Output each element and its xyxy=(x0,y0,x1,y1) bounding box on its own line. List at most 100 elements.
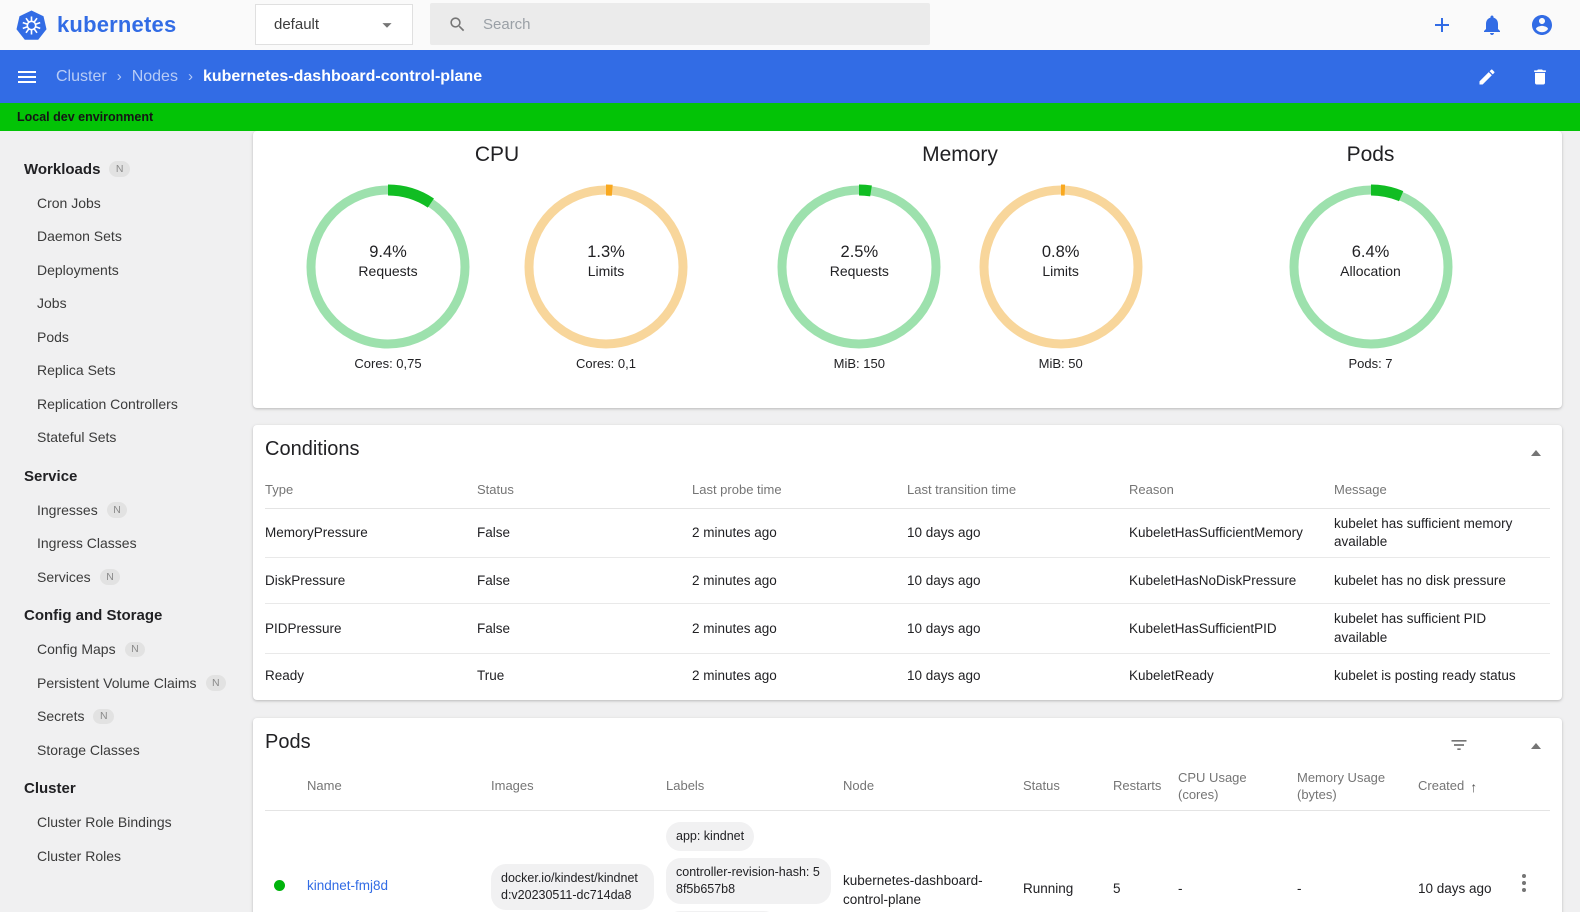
sidebar-item-jobs[interactable]: Jobs xyxy=(0,287,237,321)
pods-header-row: Name Images Labels Node Status Restarts … xyxy=(265,764,1550,811)
sidebar-section-workloads[interactable]: Workloads N xyxy=(0,152,237,186)
main-content: CPU 9.4% Requests Cores: 0,75 1.3% Limit… xyxy=(237,131,1580,912)
menu-toggle-button[interactable] xyxy=(15,65,39,89)
search-icon xyxy=(450,16,465,31)
sidebar-section-config-storage: Config and Storage xyxy=(0,599,237,633)
sidebar-item-replication-controllers[interactable]: Replication Controllers xyxy=(0,387,237,421)
sidebar-item-stateful-sets[interactable]: Stateful Sets xyxy=(0,421,237,455)
sidebar-item-persistent-volume-claims[interactable]: Persistent Volume Claims N xyxy=(0,666,237,700)
pencil-icon xyxy=(1479,68,1495,84)
pod-running-dot xyxy=(274,879,285,891)
donut-value: 2.5% xyxy=(840,243,879,261)
search-bar[interactable] xyxy=(430,3,930,45)
sidebar-item-cron-jobs[interactable]: Cron Jobs xyxy=(0,186,237,220)
donut-footer: MiB: 50 xyxy=(1038,356,1083,371)
sidebar-item-ingresses[interactable]: Ingresses N xyxy=(0,493,237,527)
condition-type: Ready xyxy=(265,668,305,684)
sidebar-item-label: Ingresses xyxy=(37,501,98,518)
pod-name-link[interactable]: kindnet-fmj8d xyxy=(307,877,388,896)
sidebar-item-services[interactable]: Services N xyxy=(0,560,237,594)
condition-status: True xyxy=(477,668,505,684)
pods-col-images[interactable]: Images xyxy=(491,764,666,810)
donut-footer: Cores: 0,1 xyxy=(576,356,636,371)
allocation-card: CPU 9.4% Requests Cores: 0,75 1.3% Limit… xyxy=(253,131,1562,408)
sidebar-nav: Workloads N Cron Jobs Daemon Sets Deploy… xyxy=(0,131,237,912)
content-shell: Workloads N Cron Jobs Daemon Sets Deploy… xyxy=(0,131,1580,912)
condition-transition-time: 10 days ago xyxy=(907,620,981,636)
pods-col-created[interactable]: Created ↑ xyxy=(1418,764,1510,810)
sidebar-item-replica-sets[interactable]: Replica Sets xyxy=(0,354,237,388)
pod-row-menu-button[interactable] xyxy=(1510,873,1538,892)
edit-resource-button[interactable] xyxy=(1475,65,1499,89)
pod-label-chip: controller-revision-hash: 58f5b657b8 xyxy=(666,857,831,904)
sidebar-item-cluster-role-bindings[interactable]: Cluster Role Bindings xyxy=(0,806,237,840)
app-bar-actions xyxy=(1475,65,1552,89)
donut-label: Limits xyxy=(1042,263,1079,279)
user-account-button[interactable] xyxy=(1530,13,1554,37)
pods-col-memory[interactable]: Memory Usage (bytes) xyxy=(1297,764,1418,810)
condition-reason: KubeletHasNoDiskPressure xyxy=(1129,572,1297,588)
condition-probe-time: 2 minutes ago xyxy=(692,668,777,684)
condition-transition-time: 10 days ago xyxy=(907,572,981,588)
kubernetes-logo-icon xyxy=(16,10,47,40)
sort-ascending-icon: ↑ xyxy=(1470,778,1478,795)
breadcrumb-cluster[interactable]: Cluster xyxy=(56,68,107,86)
collapse-arrow-icon xyxy=(1531,450,1541,456)
pods-col-status[interactable]: Status xyxy=(1023,764,1113,810)
sidebar-item-label: Cluster Roles xyxy=(37,847,122,864)
condition-message: kubelet has no disk pressure xyxy=(1334,572,1506,588)
pod-status-dot-cell xyxy=(265,811,307,912)
pod-cpu-value: - xyxy=(1178,880,1183,896)
sidebar-item-daemon-sets[interactable]: Daemon Sets xyxy=(0,220,237,254)
search-input[interactable] xyxy=(483,15,883,33)
sidebar-item-label: Jobs xyxy=(37,295,67,312)
pods-col-cpu[interactable]: CPU Usage (cores) xyxy=(1178,764,1297,810)
donut-value: 0.8% xyxy=(1041,243,1080,261)
delete-resource-button[interactable] xyxy=(1528,65,1552,89)
sidebar-item-label: Config Maps xyxy=(37,641,116,658)
sidebar-item-storage-classes[interactable]: Storage Classes xyxy=(0,733,237,767)
trash-icon xyxy=(1534,69,1546,84)
conditions-collapse-button[interactable] xyxy=(1526,443,1546,463)
create-resource-button[interactable] xyxy=(1430,13,1454,37)
sidebar-item-cluster-roles[interactable]: Cluster Roles xyxy=(0,839,237,873)
sidebar-item-secrets[interactable]: Secrets N xyxy=(0,700,237,734)
notifications-button[interactable] xyxy=(1480,13,1504,37)
pods-col-name[interactable]: Name xyxy=(307,764,491,810)
condition-status: False xyxy=(477,572,511,588)
pods-filter-button[interactable] xyxy=(1448,734,1470,756)
condition-transition-time: 10 days ago xyxy=(907,525,981,541)
condition-reason: KubeletHasSufficientPID xyxy=(1129,620,1277,636)
top-bar: kubernetes default xyxy=(0,0,1580,50)
pod-labels-cell: app: kindnet controller-revision-hash: 5… xyxy=(666,811,843,912)
condition-message: kubelet has sufficient memory available xyxy=(1334,516,1513,550)
breadcrumb-nodes[interactable]: Nodes xyxy=(132,68,178,86)
sidebar-item-config-maps[interactable]: Config Maps N xyxy=(0,633,237,667)
sidebar-item-deployments[interactable]: Deployments xyxy=(0,253,237,287)
sidebar-item-ingress-classes[interactable]: Ingress Classes xyxy=(0,527,237,561)
pods-col-restarts[interactable]: Restarts xyxy=(1113,764,1178,810)
kubernetes-logo-link[interactable]: kubernetes xyxy=(0,10,176,41)
breadcrumb-separator: › xyxy=(187,68,193,85)
sidebar-item-pods[interactable]: Pods xyxy=(0,320,237,354)
condition-transition-time: 10 days ago xyxy=(907,668,981,684)
namespaced-badge: N xyxy=(205,675,227,691)
pods-collapse-button[interactable] xyxy=(1526,736,1546,756)
condition-probe-time: 2 minutes ago xyxy=(692,620,777,636)
pods-col-labels[interactable]: Labels xyxy=(666,764,843,810)
pod-cpu-cell: - xyxy=(1178,811,1297,912)
conditions-header-row: Type Status Last probe time Last transit… xyxy=(265,471,1550,509)
pod-created-value: 10 days ago xyxy=(1418,880,1492,896)
pods-col-node[interactable]: Node xyxy=(843,764,1023,810)
sidebar-item-label: Ingress Classes xyxy=(37,535,137,552)
condition-type: DiskPressure xyxy=(265,572,346,588)
sidebar-item-label: Persistent Volume Claims xyxy=(37,674,197,691)
sidebar-item-label: Cron Jobs xyxy=(37,194,101,211)
sidebar-item-label: Storage Classes xyxy=(37,741,140,758)
conditions-col-message: Message xyxy=(1334,482,1387,497)
condition-reason: KubeletReady xyxy=(1129,668,1214,684)
condition-row-ready: Ready True 2 minutes ago 10 days ago Kub… xyxy=(265,654,1550,699)
filter-list-icon xyxy=(1451,739,1467,750)
namespace-selector[interactable]: default xyxy=(255,4,413,45)
condition-row-memory-pressure: MemoryPressure False 2 minutes ago 10 da… xyxy=(265,509,1550,559)
